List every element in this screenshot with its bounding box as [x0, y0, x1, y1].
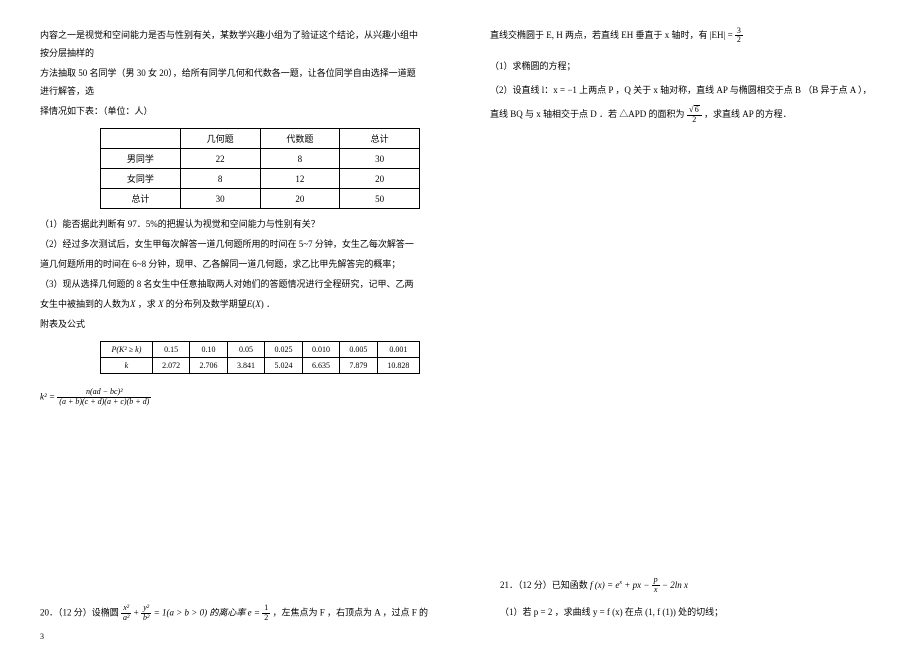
r-q2-line2: 直线 BQ 与 x 轴相交于点 D ．若 △APD 的面积为 6 2 ，求直线 …: [490, 105, 880, 125]
q21-sub: （1）若 p = 2 ，求曲线 y = f (x) 在点 (1, f (1)) …: [500, 603, 900, 621]
t1-r2c1: 30: [180, 189, 260, 209]
t1-r1c1: 8: [180, 169, 260, 189]
right-column: 直线交椭圆于 E, H 两点，若直线 EH 垂直于 x 轴时，有 |EH| = …: [460, 0, 920, 651]
t1-h0: [101, 129, 181, 149]
t1-h3: 总计: [340, 129, 420, 149]
q3-line1: （3）现从选择几何题的 8 名女生中任意抽取两人对她们的答题情况进行全程研究，记…: [40, 275, 420, 293]
t2-r0c5: 0.010: [302, 342, 339, 358]
t2-r0c2: 0.10: [190, 342, 227, 358]
t2-r1c4: 5.024: [265, 358, 302, 374]
t1-r0c1: 22: [180, 149, 260, 169]
t1-r0c2: 8: [260, 149, 340, 169]
t1-r1c3: 20: [340, 169, 420, 189]
t2-r0c0: P(K² ≥ k): [101, 342, 153, 358]
q2-line2: 道几何题所用的时间在 6~8 分钟，现甲、乙各解同一道几何题，求乙比甲先解答完的…: [40, 255, 420, 273]
t2-r1c5: 6.635: [302, 358, 339, 374]
page-number: 3: [40, 632, 44, 641]
q2-line1: （2）经过多次测试后，女生甲每次解答一道几何题所用的时间在 5~7 分钟，女生乙…: [40, 235, 420, 253]
t2-r1c3: 3.841: [227, 358, 264, 374]
r-q2-line1: （2）设直线 l：x = −1 上两点 P ，Q 关于 x 轴对称，直线 AP …: [490, 81, 880, 99]
t1-h2: 代数题: [260, 129, 340, 149]
t1-r2c0: 总计: [101, 189, 181, 209]
intro-line-3: 择情况如下表：（单位：人）: [40, 102, 420, 120]
intro-line-1: 内容之一是视觉和空间能力是否与性别有关，某数学兴趣小组为了验证这个结论，从兴趣小…: [40, 26, 420, 62]
q3-line2: 女生中被抽到的人数为X ，求 X 的分布列及数学期望E(X) ．: [40, 295, 420, 313]
t2-r0c3: 0.05: [227, 342, 264, 358]
t1-r2c2: 20: [260, 189, 340, 209]
t2-r1c6: 7.879: [340, 358, 377, 374]
table-2: P(K² ≥ k) 0.15 0.10 0.05 0.025 0.010 0.0…: [100, 341, 420, 374]
t2-r1c0: k: [101, 358, 153, 374]
t1-r2c3: 50: [340, 189, 420, 209]
t1-r0c3: 30: [340, 149, 420, 169]
r-line1: 直线交椭圆于 E, H 两点，若直线 EH 垂直于 x 轴时，有 |EH| = …: [490, 26, 880, 45]
t1-r1c2: 12: [260, 169, 340, 189]
t1-r1c0: 女同学: [101, 169, 181, 189]
appendix-label: 附表及公式: [40, 315, 420, 333]
t2-r1c2: 2.706: [190, 358, 227, 374]
q1-text: （1）能否据此判断有 97．5%的把握认为视觉和空间能力与性别有关？: [40, 215, 420, 233]
intro-line-2: 方法抽取 50 名同学（男 30 女 20），给所有同学几何和代数各一题，让各位…: [40, 64, 420, 100]
t2-r0c1: 0.15: [152, 342, 189, 358]
q20-block: 20．（12 分）设椭圆 x² a² + y² b² = 1(a > b > 0…: [40, 604, 460, 623]
t2-r0c6: 0.005: [340, 342, 377, 358]
q21-block: 21．（12 分）已知函数 f (x) = ex + px − p x − 2l…: [500, 576, 900, 623]
t2-r1c7: 10.828: [377, 358, 419, 374]
left-column: 内容之一是视觉和空间能力是否与性别有关，某数学兴趣小组为了验证这个结论，从兴趣小…: [0, 0, 460, 651]
t2-r0c4: 0.025: [265, 342, 302, 358]
t1-h1: 几何题: [180, 129, 260, 149]
t1-r0c0: 男同学: [101, 149, 181, 169]
r-q1: （1）求椭圆的方程；: [490, 57, 880, 75]
k-squared-formula: k² = n(ad − bc)² (a + b)(c + d)(a + c)(b…: [40, 388, 420, 407]
table-1: 几何题 代数题 总计 男同学 22 8 30 女同学 8 12 20 总计 30…: [100, 128, 420, 209]
t2-r1c1: 2.072: [152, 358, 189, 374]
t2-r0c7: 0.001: [377, 342, 419, 358]
